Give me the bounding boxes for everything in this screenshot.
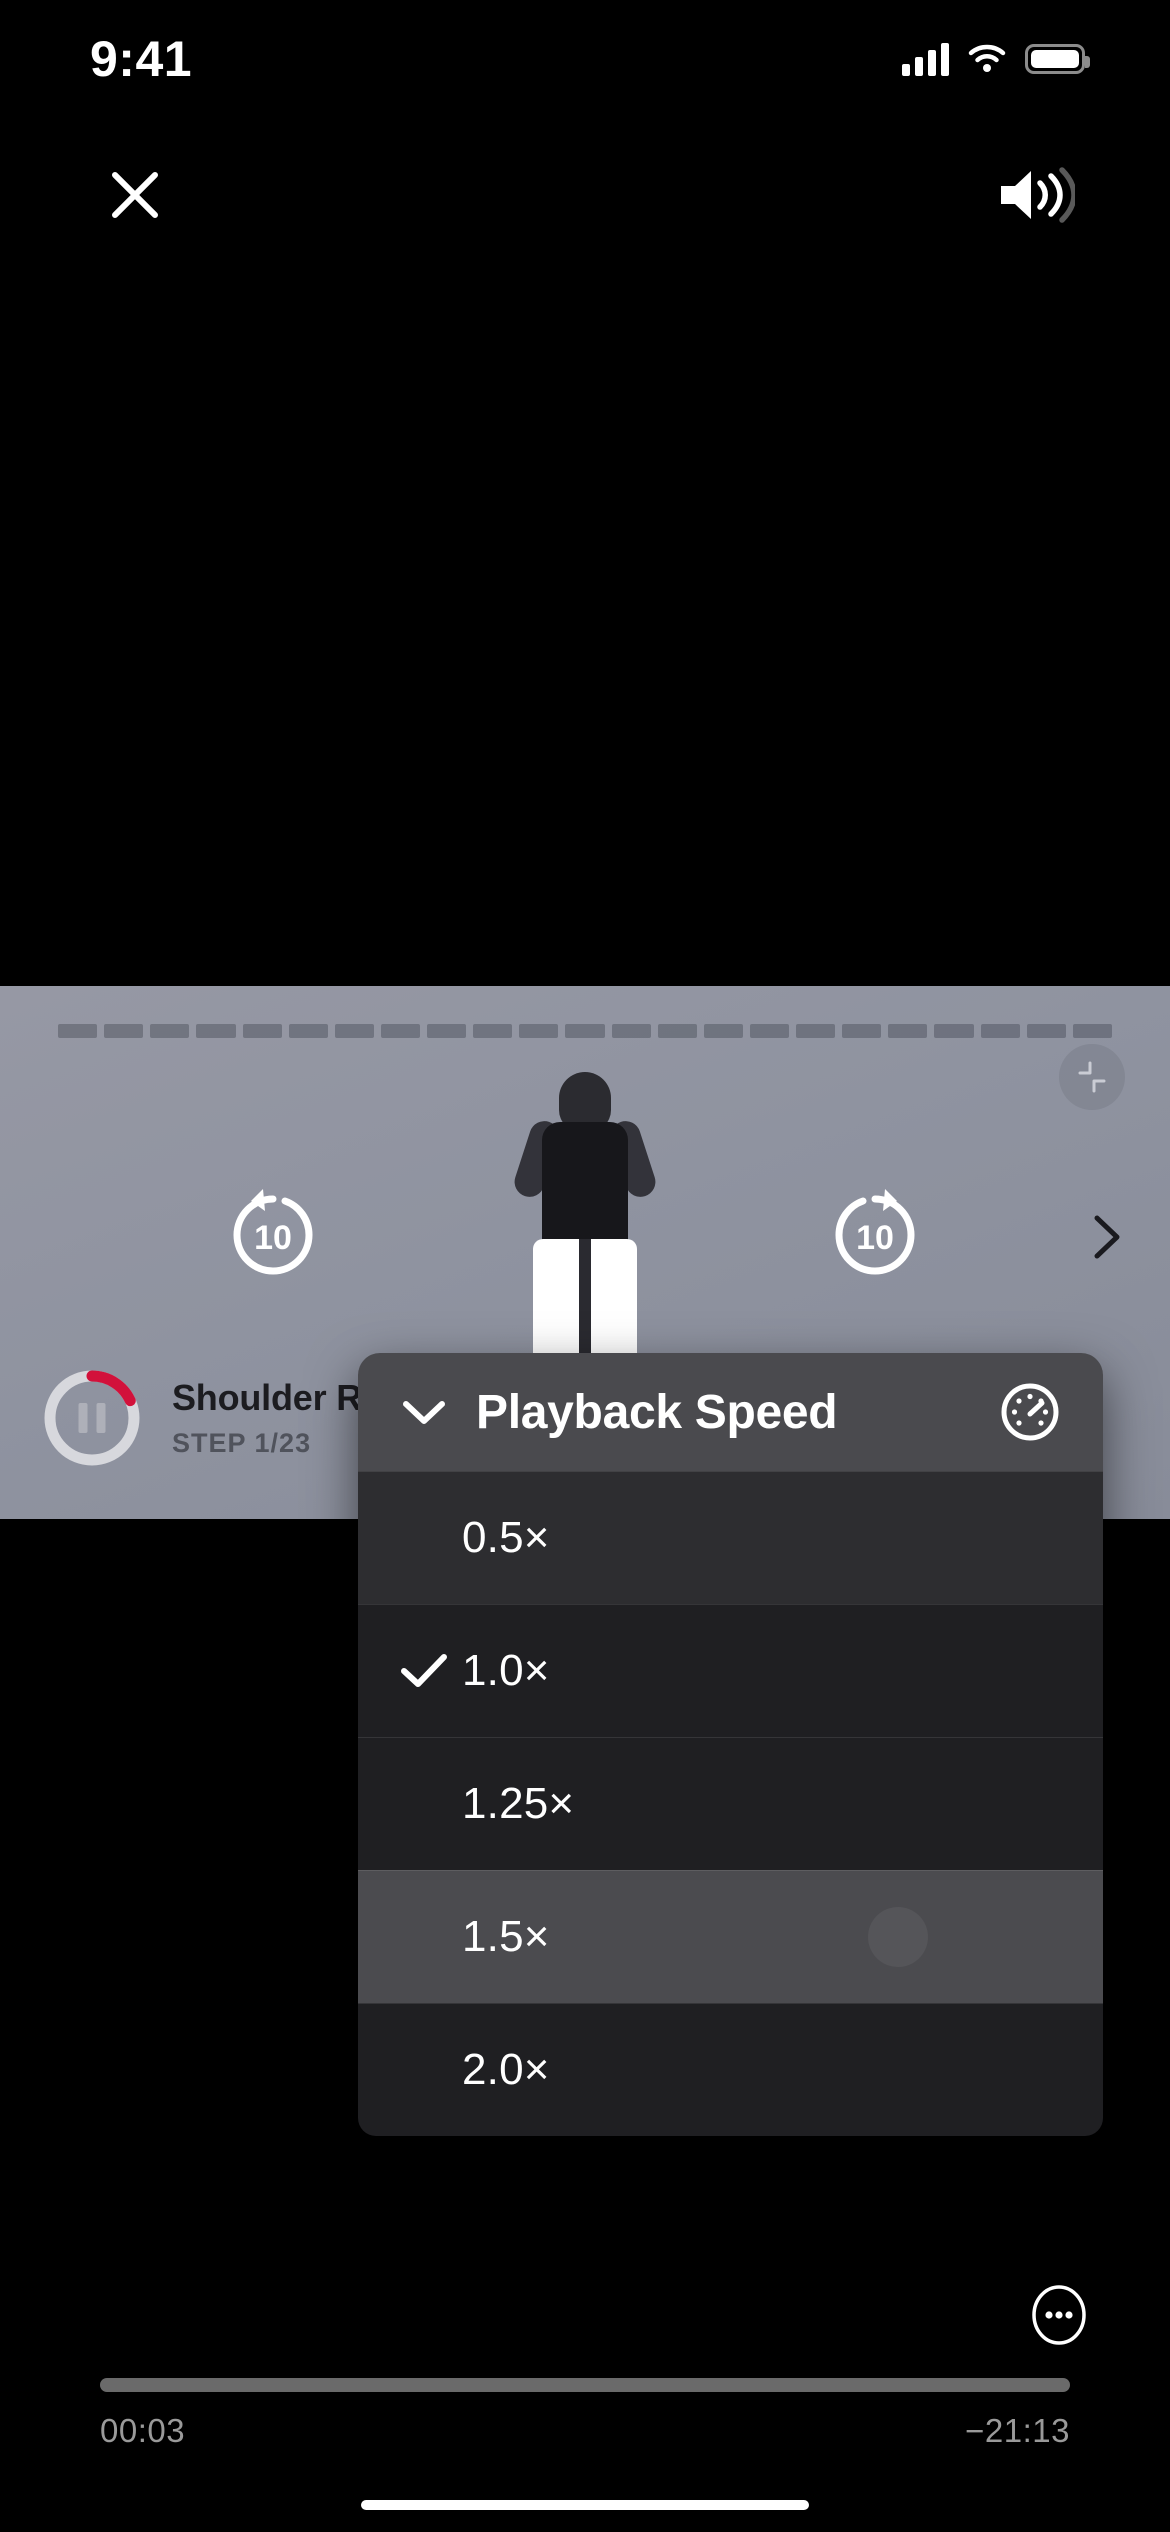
rewind-10-icon: 10 <box>233 1189 313 1275</box>
video-player-screen: 9:41 10 10 Shoulder Rolls STEP 1/23 Play… <box>0 0 1170 2532</box>
volume-button[interactable] <box>980 150 1090 240</box>
rewind-10-button[interactable]: 10 <box>218 1180 328 1290</box>
volume-on-icon <box>1001 167 1075 223</box>
speed-option-0[interactable]: 0.5× <box>358 1471 1103 1604</box>
elapsed-time: 00:03 <box>100 2412 186 2449</box>
checkmark-icon <box>400 1652 462 1690</box>
step-progress-ring <box>40 1366 144 1470</box>
step-segment-progress-bar <box>58 1024 1112 1038</box>
forward-10-button[interactable]: 10 <box>820 1180 930 1290</box>
pause-icon <box>78 1403 106 1433</box>
cellular-signal-icon <box>902 42 949 76</box>
speed-option-3[interactable]: 1.5× <box>358 1870 1103 2003</box>
remaining-time: −21:13 <box>965 2412 1070 2449</box>
touch-ripple <box>868 1907 928 1967</box>
more-options-icon <box>1032 2285 1086 2345</box>
next-step-button[interactable] <box>1082 1212 1132 1262</box>
playback-speed-menu: Playback Speed 0.5× 1.0× 1.25× 1.5× 2.0× <box>358 1353 1103 2136</box>
rewind-seconds-label: 10 <box>254 1219 292 1257</box>
chevron-right-icon <box>1094 1215 1120 1259</box>
more-options-button[interactable] <box>1026 2282 1092 2348</box>
chevron-down-icon[interactable] <box>398 1386 450 1438</box>
speed-option-label: 1.5× <box>462 1912 550 1961</box>
playback-speed-menu-header[interactable]: Playback Speed <box>358 1353 1103 1471</box>
speed-option-label: 1.25× <box>462 1779 575 1828</box>
status-bar-icons <box>902 42 1090 76</box>
fullscreen-expand-icon <box>1078 1061 1106 1093</box>
fullscreen-button[interactable] <box>1059 1044 1125 1110</box>
battery-icon <box>1025 44 1090 74</box>
video-scrubber[interactable] <box>100 2378 1070 2392</box>
close-button[interactable] <box>90 150 180 240</box>
wifi-icon <box>968 44 1006 72</box>
home-indicator[interactable] <box>361 2500 809 2510</box>
speed-option-4[interactable]: 2.0× <box>358 2003 1103 2136</box>
speed-option-1[interactable]: 1.0× <box>358 1604 1103 1737</box>
speed-option-2[interactable]: 1.25× <box>358 1737 1103 1870</box>
status-bar: 9:41 <box>0 0 1170 118</box>
status-bar-time: 9:41 <box>90 31 193 87</box>
speed-option-label: 1.0× <box>462 1646 550 1695</box>
speed-option-label: 2.0× <box>462 2045 550 2094</box>
top-navigation-bar <box>0 150 1170 270</box>
forward-10-icon: 10 <box>835 1189 915 1275</box>
speedometer-icon <box>999 1381 1061 1443</box>
close-icon <box>112 172 158 218</box>
forward-seconds-label: 10 <box>856 1219 894 1257</box>
playback-speed-menu-title: Playback Speed <box>476 1385 838 1439</box>
time-labels: 00:03 −21:13 <box>100 2412 1070 2450</box>
speed-option-label: 0.5× <box>462 1513 550 1562</box>
